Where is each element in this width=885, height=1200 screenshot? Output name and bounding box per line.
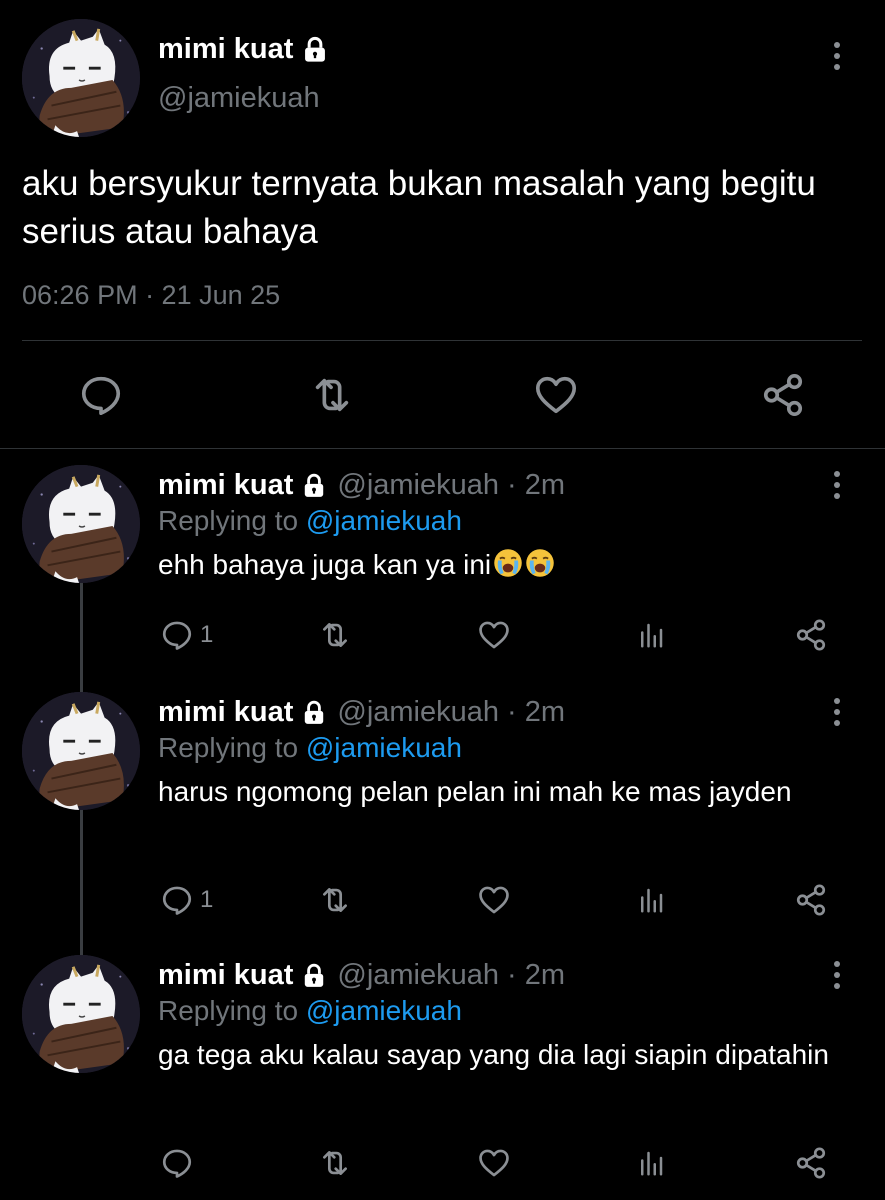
- reply-header: mimi kuat @jamiekuah · 2m: [158, 696, 565, 729]
- author-name[interactable]: mimi kuat: [158, 469, 293, 502]
- share-icon[interactable]: [760, 372, 806, 418]
- retweet-icon[interactable]: [309, 372, 355, 418]
- retweet-button[interactable]: [318, 882, 352, 918]
- replying-to: Replying to @jamiekuah: [158, 995, 462, 1027]
- tweet-action-bar: [0, 372, 885, 422]
- reply-icon[interactable]: [78, 372, 124, 418]
- reply-count: 1: [200, 621, 214, 648]
- replying-to-prefix: Replying to: [158, 732, 306, 763]
- lock-icon: [301, 963, 327, 989]
- reply-header: mimi kuat @jamiekuah · 2m: [158, 959, 565, 992]
- author-name[interactable]: mimi kuat: [158, 696, 293, 729]
- avatar[interactable]: [22, 465, 140, 583]
- lock-icon: [301, 700, 327, 726]
- author-handle-time[interactable]: @jamiekuah · 2m: [337, 696, 565, 729]
- avatar[interactable]: [22, 19, 140, 137]
- lock-icon: [301, 36, 329, 64]
- more-options-icon[interactable]: [831, 471, 843, 499]
- reply-action-bar: 1: [0, 617, 885, 657]
- reply-icon: [160, 883, 194, 917]
- more-options-icon[interactable]: [831, 961, 843, 989]
- reply-text: harus ngomong pelan pelan ini mah ke mas…: [158, 776, 792, 807]
- analytics-button[interactable]: [636, 882, 666, 918]
- reply-icon: [160, 618, 194, 652]
- reply-button[interactable]: 1: [160, 617, 213, 653]
- stats-icon: [636, 885, 666, 915]
- reply-text: ehh bahaya juga kan ya ini: [158, 547, 838, 583]
- loudly-crying-face-icon: [525, 548, 555, 578]
- like-button[interactable]: [477, 1145, 511, 1181]
- retweet-icon: [318, 1146, 352, 1180]
- reply-action-bar: [0, 1145, 885, 1185]
- author-handle-time[interactable]: @jamiekuah · 2m: [337, 959, 565, 992]
- reply-text: ga tega aku kalau sayap yang dia lagi si…: [158, 1039, 829, 1070]
- author-name[interactable]: mimi kuat: [158, 959, 293, 992]
- reply-text-body: ehh bahaya juga kan ya ini: [158, 549, 492, 580]
- share-icon: [794, 883, 828, 917]
- avatar[interactable]: [22, 955, 140, 1073]
- analytics-button[interactable]: [636, 617, 666, 653]
- share-button[interactable]: [794, 617, 828, 653]
- like-button[interactable]: [477, 617, 511, 653]
- retweet-icon: [318, 618, 352, 652]
- heart-icon: [477, 883, 511, 917]
- replying-to-mention[interactable]: @jamiekuah: [306, 732, 462, 763]
- reply-icon: [160, 1146, 194, 1180]
- replying-to-mention[interactable]: @jamiekuah: [306, 505, 462, 536]
- share-button[interactable]: [794, 882, 828, 918]
- divider: [22, 340, 862, 341]
- replying-to-prefix: Replying to: [158, 995, 306, 1026]
- author-name[interactable]: mimi kuat: [158, 33, 329, 66]
- retweet-button[interactable]: [318, 1145, 352, 1181]
- share-icon: [794, 618, 828, 652]
- tweet-thread-screen: mimi kuat @jamiekuah aku bersyukur terny…: [0, 0, 885, 1200]
- divider: [0, 448, 885, 449]
- reply-action-bar: 1: [0, 882, 885, 922]
- reply-header: mimi kuat @jamiekuah · 2m: [158, 469, 565, 502]
- author-handle-time[interactable]: @jamiekuah · 2m: [337, 469, 565, 502]
- heart-icon[interactable]: [533, 372, 579, 418]
- retweet-icon: [318, 883, 352, 917]
- tweet-text: aku bersyukur ternyata bukan masalah yan…: [22, 164, 816, 251]
- heart-icon: [477, 1146, 511, 1180]
- like-button[interactable]: [477, 882, 511, 918]
- replying-to: Replying to @jamiekuah: [158, 505, 462, 537]
- author-handle[interactable]: @jamiekuah: [158, 82, 320, 115]
- stats-icon: [636, 1148, 666, 1178]
- heart-icon: [477, 618, 511, 652]
- replying-to: Replying to @jamiekuah: [158, 732, 462, 764]
- avatar[interactable]: [22, 692, 140, 810]
- more-options-icon[interactable]: [831, 42, 843, 70]
- replying-to-prefix: Replying to: [158, 505, 306, 536]
- retweet-button[interactable]: [318, 617, 352, 653]
- tweet-timestamp[interactable]: 06:26 PM · 21 Jun 25: [22, 280, 280, 311]
- replying-to-mention[interactable]: @jamiekuah: [306, 995, 462, 1026]
- share-icon: [794, 1146, 828, 1180]
- reply-button[interactable]: [160, 1145, 200, 1181]
- reply-button[interactable]: 1: [160, 882, 213, 918]
- lock-icon: [301, 473, 327, 499]
- reply-count: 1: [200, 886, 214, 913]
- more-options-icon[interactable]: [831, 698, 843, 726]
- author-name-label: mimi kuat: [158, 33, 294, 65]
- loudly-crying-face-icon: [493, 548, 523, 578]
- share-button[interactable]: [794, 1145, 828, 1181]
- analytics-button[interactable]: [636, 1145, 666, 1181]
- stats-icon: [636, 620, 666, 650]
